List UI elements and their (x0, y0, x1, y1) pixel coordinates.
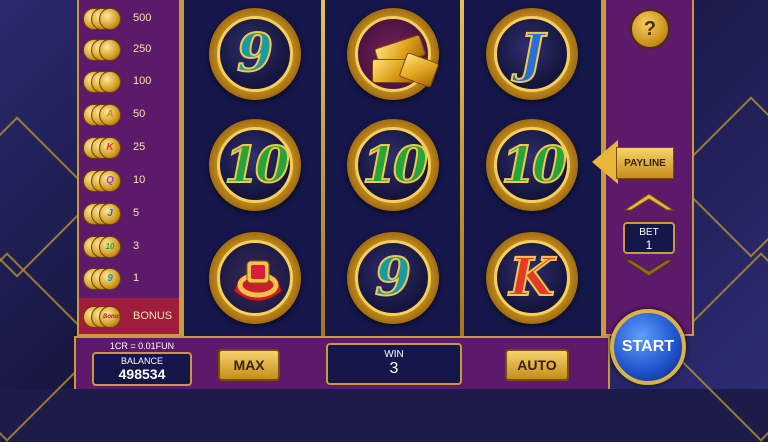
arrow-left-icon (592, 140, 618, 184)
bonus-icon: Bonus (83, 304, 127, 328)
paytable-row: 100 (83, 67, 179, 95)
bet-decrease-button[interactable] (623, 258, 675, 278)
reel-symbol-ring (209, 232, 301, 324)
nine-icon: 9 (83, 266, 127, 290)
paytable-row: 9 1 (83, 264, 179, 292)
bet-display: BET 1 (623, 222, 675, 254)
paytable-row: J 5 (83, 199, 179, 227)
bet-value: 1 (645, 238, 653, 252)
paytable-row: Q 10 (83, 166, 179, 194)
auto-spin-button[interactable]: AUTO (505, 349, 569, 381)
payout-value: 3 (133, 240, 140, 252)
win-value: 3 (389, 360, 399, 377)
reel-symbol-nine: 9 (209, 8, 301, 100)
win-label: WIN (384, 349, 404, 360)
bonus-row: Bonus BONUS (79, 298, 179, 334)
balance-value: 498534 (118, 366, 166, 382)
paytable-row: 10 3 (83, 232, 179, 260)
payline-indicator: PAYLINE (592, 140, 674, 184)
reel-symbol-king: K (486, 232, 578, 324)
credit-rate: 1CR = 0.01FUN (109, 341, 175, 351)
gold-bars-icon (83, 6, 127, 30)
paytable: 500 250 100 A 50 K 25 Q 10 J 5 10 3 9 1 … (77, 0, 181, 336)
start-button[interactable]: START (610, 309, 686, 385)
reel-symbol-nine: 9 (347, 232, 439, 324)
reel-divider (460, 0, 464, 336)
ten-icon: 10 (83, 234, 127, 258)
paytable-row: A 50 (83, 100, 179, 128)
payout-value: 100 (133, 75, 152, 87)
payout-value: 5 (133, 207, 140, 219)
help-button[interactable]: ? (630, 9, 670, 49)
payline-label: PAYLINE (616, 147, 674, 179)
paytable-row: 500 (83, 4, 179, 32)
payout-value: 250 (133, 43, 152, 55)
bonus-label: BONUS (133, 310, 173, 322)
reel-symbol-ten: 10 (347, 119, 439, 211)
king-icon: K (83, 135, 127, 159)
paytable-row: 250 (83, 35, 179, 63)
payout-value: 500 (133, 12, 152, 24)
ring-icon (83, 69, 127, 93)
reel-symbol-gold-bars (347, 8, 440, 100)
payout-value: 1 (133, 272, 140, 284)
payout-value: 10 (133, 174, 146, 186)
jack-icon: J (83, 201, 127, 225)
reel-symbol-jack: J (486, 8, 578, 100)
gold-bars-icon (372, 34, 440, 89)
payout-value: 50 (133, 108, 146, 120)
win-display: WIN 3 (326, 343, 462, 385)
max-bet-button[interactable]: MAX (218, 349, 280, 381)
ruby-ring-icon (233, 260, 283, 302)
reel-divider (321, 0, 325, 336)
balance-display: BALANCE 498534 (92, 352, 192, 386)
balance-label: BALANCE (120, 356, 164, 366)
cash-icon (83, 37, 127, 61)
paytable-row: K 25 (83, 133, 179, 161)
reel-symbol-ten: 10 (486, 119, 578, 211)
payout-value: 25 (133, 141, 146, 153)
reels-area: 9 10 10 9 J 10 K (181, 0, 604, 336)
bet-increase-button[interactable] (623, 192, 675, 212)
queen-icon: Q (83, 168, 127, 192)
ace-icon: A (83, 102, 127, 126)
reel-symbol-ten: 10 (209, 119, 301, 211)
